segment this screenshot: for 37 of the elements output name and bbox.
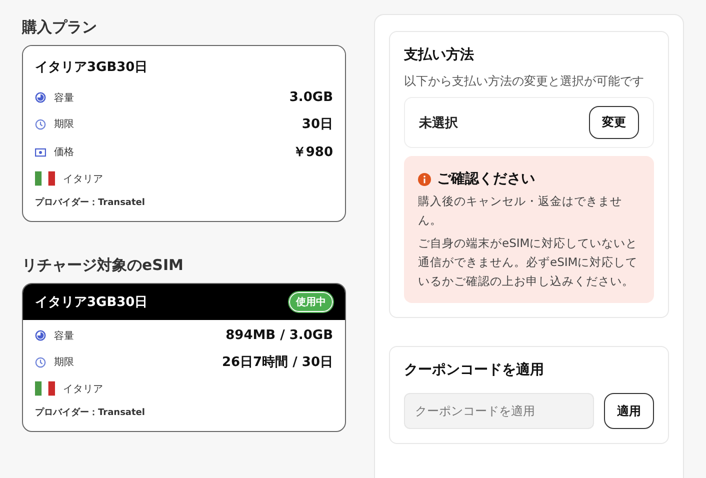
- row-value: ￥980: [292, 144, 333, 161]
- notice-text: ご自身の端末がeSIMに対応していないと通信ができません。必ずeSIMに対応しているかご確認の上お申し込みください。: [418, 235, 639, 290]
- row-label: 期限: [54, 118, 75, 131]
- apply-button[interactable]: 適用: [604, 393, 654, 429]
- row-label: 容量: [54, 92, 75, 104]
- pie-chart-icon: [35, 92, 46, 103]
- section-heading: 購入プラン: [22, 18, 98, 37]
- notice-title: ご確認ください: [437, 170, 535, 188]
- payment-description: 以下から支払い方法の変更と選択が可能です: [404, 73, 645, 90]
- banknote-icon: [35, 148, 46, 156]
- info-icon: [418, 172, 431, 186]
- row-label: 価格: [54, 146, 75, 159]
- row-value: 26日7時間 / 30日: [222, 354, 333, 371]
- flag-icon: [35, 171, 55, 186]
- clock-icon: [35, 356, 46, 368]
- clock-icon: [35, 118, 46, 130]
- provider-text: プロバイダー：Transatel: [35, 196, 146, 209]
- country-name: イタリア: [63, 172, 104, 186]
- flag-icon: [35, 381, 55, 396]
- coupon-input[interactable]: クーポンコードを適用: [404, 393, 594, 429]
- row-label: 容量: [54, 330, 75, 342]
- payment-title: 支払い方法: [404, 46, 475, 64]
- notice-text: 購入後のキャンセル・返金はできません。: [418, 193, 623, 229]
- row-value: 3.0GB: [289, 90, 333, 105]
- row-label: 期限: [54, 356, 75, 369]
- change-button[interactable]: 変更: [589, 106, 639, 139]
- plan-title: イタリア3GB30日: [35, 59, 148, 76]
- payment-method: 未選択: [419, 114, 458, 132]
- provider-text: プロバイダー：Transatel: [35, 406, 146, 419]
- coupon-title: クーポンコードを適用: [404, 361, 545, 379]
- pie-chart-icon: [35, 330, 46, 341]
- status-badge: 使用中: [289, 292, 333, 312]
- plan-title: イタリア3GB30日: [35, 294, 148, 311]
- row-value: 894MB / 3.0GB: [226, 328, 333, 343]
- country-name: イタリア: [63, 382, 104, 396]
- section-heading: リチャージ対象のeSIM: [22, 256, 184, 275]
- row-value: 30日: [302, 116, 333, 133]
